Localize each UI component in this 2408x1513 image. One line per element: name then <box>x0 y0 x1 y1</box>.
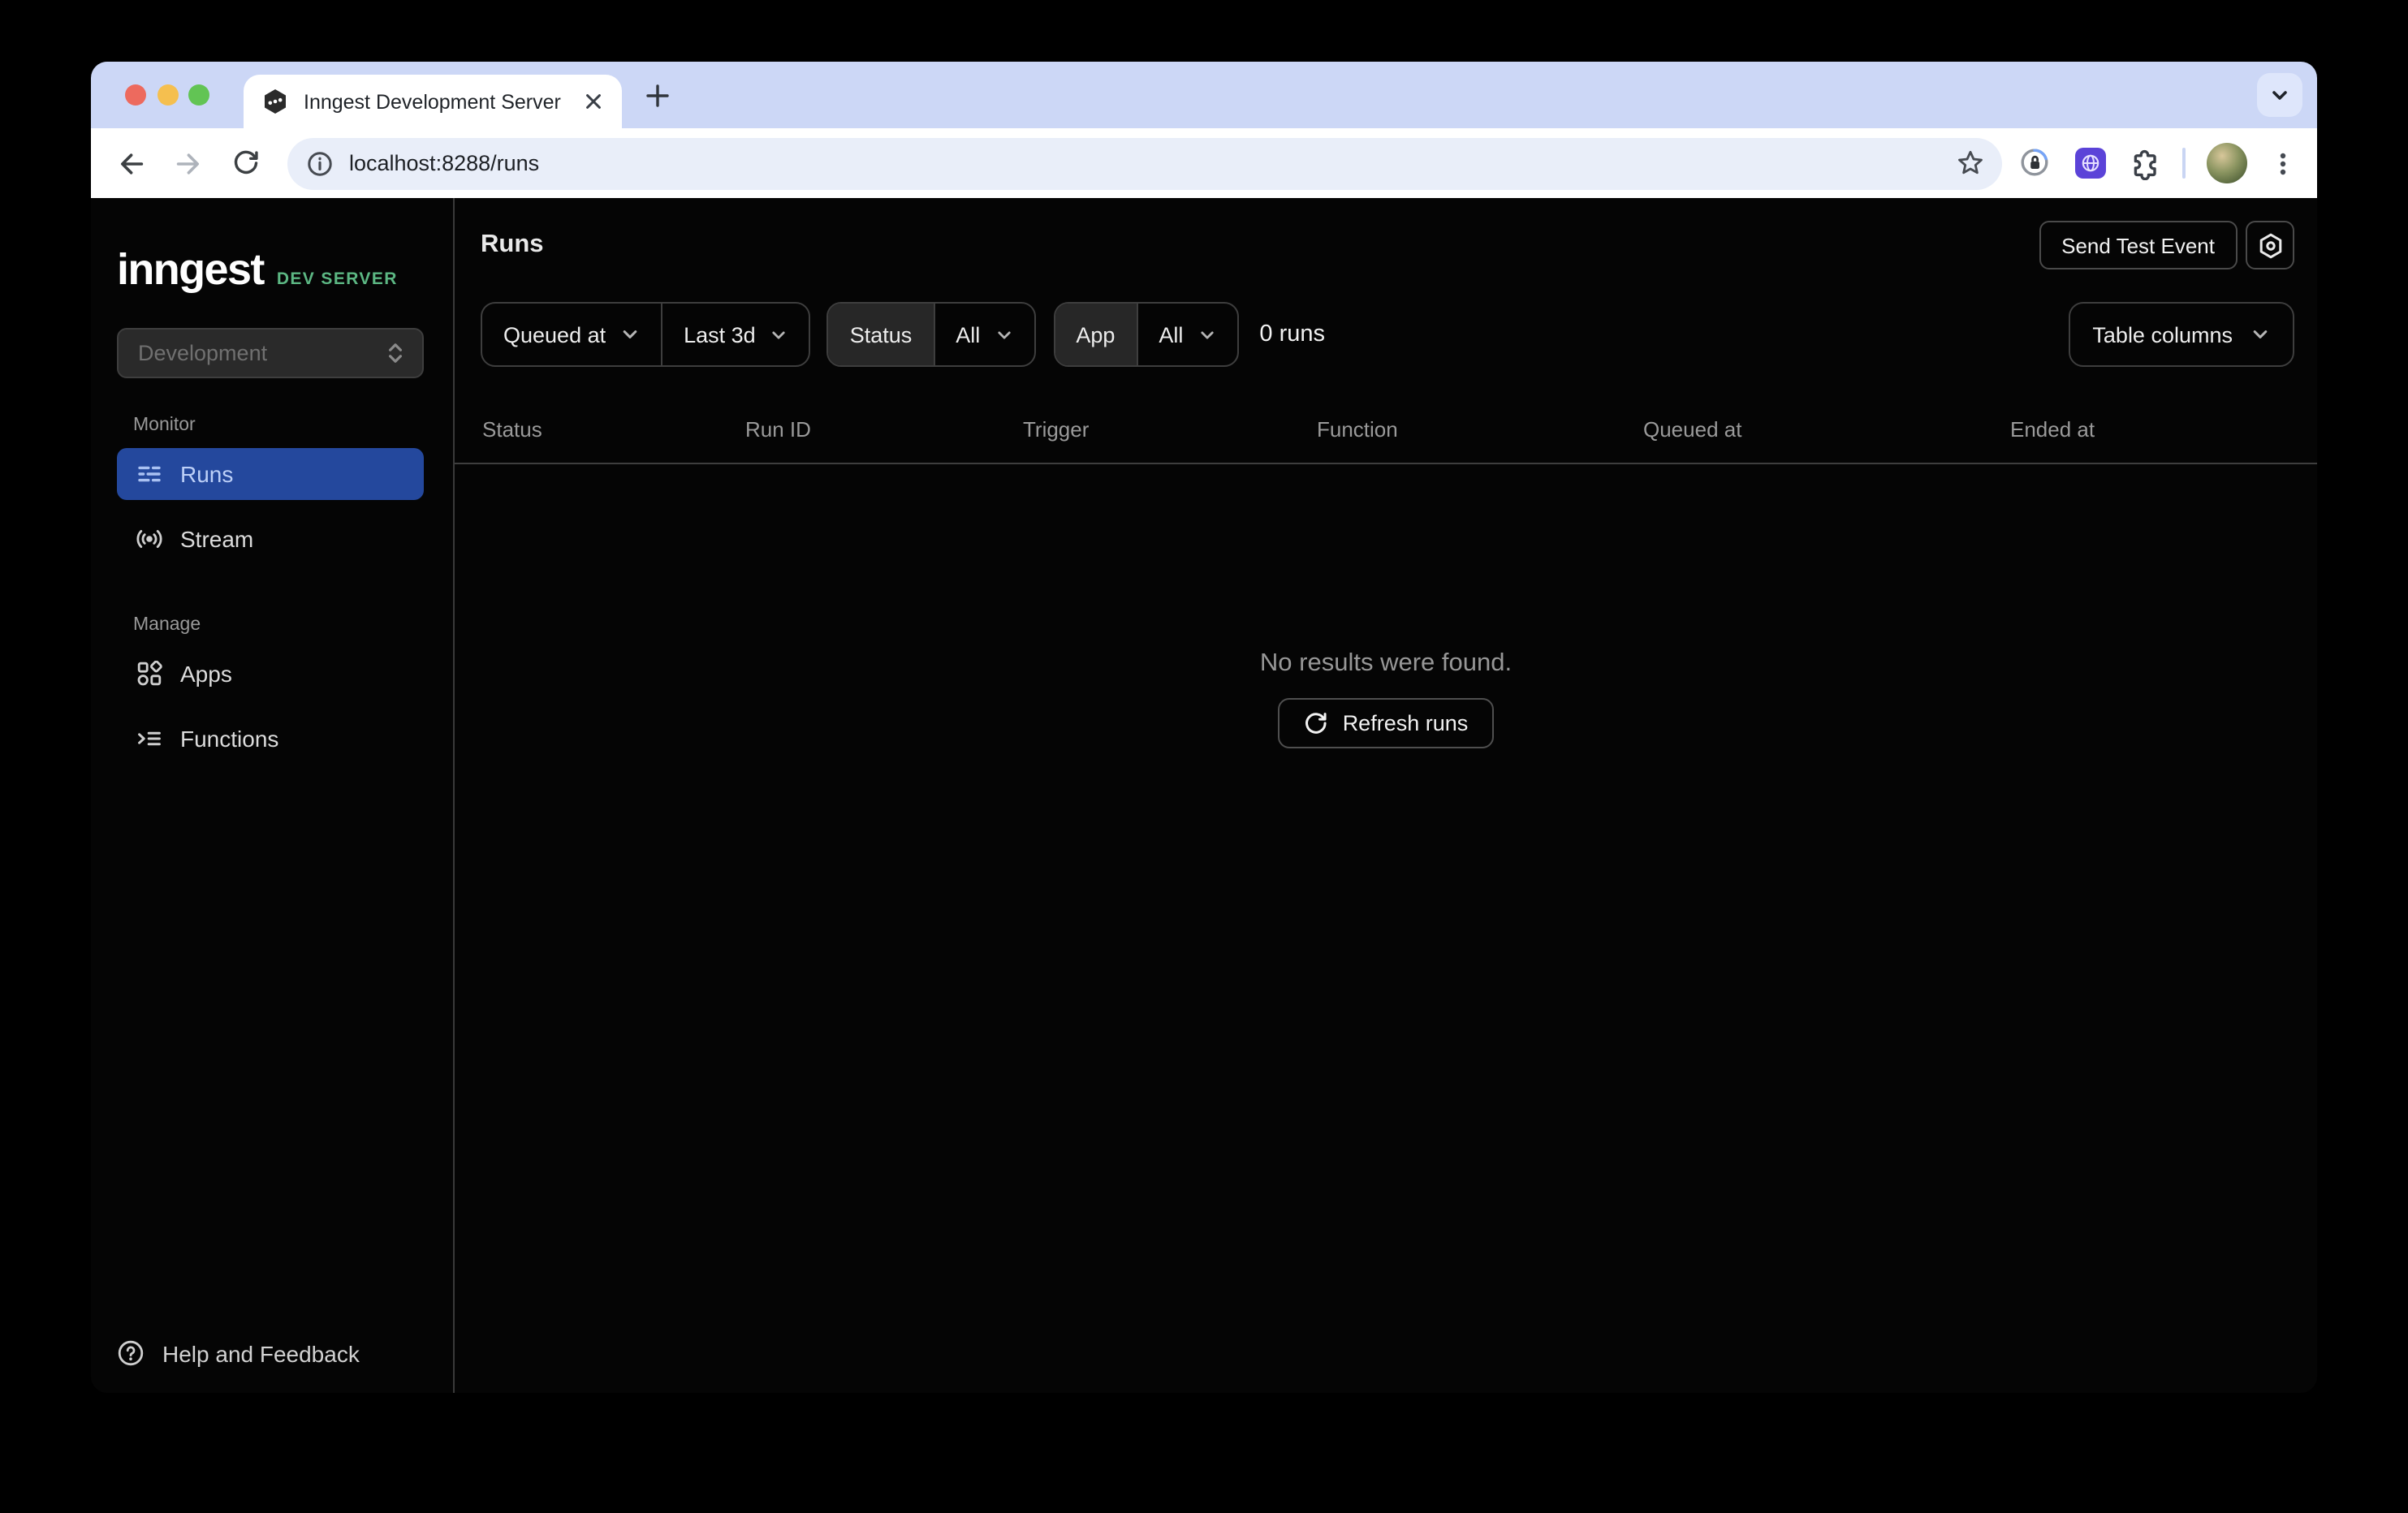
empty-state-message: No results were found. <box>1259 649 1513 677</box>
sidebar-item-label: Stream <box>180 526 254 552</box>
sidebar: inngest DEV SERVER Development Monitor R… <box>91 198 455 1393</box>
extensions-puzzle-icon[interactable] <box>2129 147 2161 179</box>
status-filter-label: Status <box>828 304 934 365</box>
time-range-value: Last 3d <box>684 322 756 347</box>
time-filter[interactable]: Queued at Last 3d <box>481 302 811 367</box>
section-label-manage: Manage <box>133 615 201 635</box>
app-filter[interactable]: App All <box>1053 302 1239 367</box>
forward-icon[interactable] <box>164 139 213 188</box>
app-filter-value: All <box>1159 322 1184 347</box>
status-filter-value: All <box>956 322 981 347</box>
tab-search-chevron-button[interactable] <box>2257 73 2302 117</box>
new-tab-button[interactable] <box>637 75 679 117</box>
bookmark-star-icon[interactable] <box>1955 148 1986 179</box>
status-filter-dropdown[interactable]: All <box>933 304 1034 365</box>
chevron-down-icon <box>770 325 788 343</box>
toolbar-separator <box>2182 148 2186 179</box>
help-and-feedback[interactable]: Help and Feedback <box>117 1339 427 1367</box>
browser-menu-kebab-icon[interactable] <box>2268 149 2298 178</box>
sidebar-item-apps[interactable]: Apps <box>117 648 424 700</box>
sidebar-item-functions[interactable]: Functions <box>117 713 424 765</box>
toolbar-extensions-area <box>2018 143 2304 183</box>
column-header-run-id: Run ID <box>745 417 811 442</box>
browser-tab[interactable]: Inngest Development Server <box>244 75 622 128</box>
table-columns-button[interactable]: Table columns <box>2068 302 2294 367</box>
main-content: Runs Send Test Event Queued at Last 3d S… <box>455 198 2317 1393</box>
browser-toolbar: localhost:8288/runs <box>91 128 2317 198</box>
sidebar-item-label: Runs <box>180 461 234 487</box>
column-header-queued-at: Queued at <box>1643 417 1742 442</box>
column-header-ended-at: Ended at <box>2010 417 2095 442</box>
time-field-dropdown[interactable]: Queued at <box>482 304 661 365</box>
page-header: Runs Send Test Event <box>481 221 2294 269</box>
browser-window: Inngest Development Server localhost:828… <box>91 62 2317 1393</box>
chevron-down-icon <box>2250 325 2270 344</box>
column-header-function: Function <box>1317 417 1398 442</box>
inngest-app: inngest DEV SERVER Development Monitor R… <box>91 198 2317 1393</box>
refresh-runs-button[interactable]: Refresh runs <box>1277 698 1495 748</box>
back-icon[interactable] <box>107 139 156 188</box>
environment-select[interactable]: Development <box>117 328 424 378</box>
chevron-down-icon <box>620 325 640 344</box>
apps-grid-icon <box>136 661 162 687</box>
settings-button[interactable] <box>2246 221 2294 269</box>
inngest-logo: inngest <box>117 245 265 294</box>
send-test-event-button[interactable]: Send Test Event <box>2039 221 2238 269</box>
time-range-dropdown[interactable]: Last 3d <box>661 304 809 365</box>
filters-row: Queued at Last 3d Status All App All 0 r… <box>481 302 2294 367</box>
runs-list-icon <box>136 461 162 487</box>
password-manager-extension-icon[interactable] <box>2018 146 2052 180</box>
table-columns-label: Table columns <box>2092 322 2233 347</box>
environment-value: Development <box>138 341 268 365</box>
status-filter[interactable]: Status All <box>826 302 1036 367</box>
runs-count: 0 runs <box>1259 321 1326 347</box>
broadcast-icon <box>136 526 162 552</box>
tab-title: Inngest Development Server <box>304 90 561 113</box>
column-header-status: Status <box>482 417 542 442</box>
refresh-icon <box>1304 711 1328 735</box>
profile-avatar[interactable] <box>2207 143 2247 183</box>
purple-extension-icon[interactable] <box>2074 146 2108 180</box>
help-icon <box>117 1339 145 1367</box>
minimize-window-button[interactable] <box>157 84 178 106</box>
select-chevrons-icon <box>385 341 406 365</box>
app-filter-label: App <box>1055 304 1137 365</box>
screen: Inngest Development Server localhost:828… <box>0 0 2408 1513</box>
logo-row: inngest DEV SERVER <box>117 245 427 295</box>
close-window-button[interactable] <box>125 84 146 106</box>
time-field-value: Queued at <box>503 322 606 347</box>
chevron-down-icon <box>1198 325 1215 343</box>
sidebar-item-runs[interactable]: Runs <box>117 448 424 500</box>
sidebar-item-stream[interactable]: Stream <box>117 513 424 565</box>
refresh-label: Refresh runs <box>1342 711 1469 735</box>
section-label-monitor: Monitor <box>133 416 196 435</box>
reload-icon[interactable] <box>221 139 270 188</box>
zoom-window-button[interactable] <box>188 84 209 106</box>
column-header-trigger: Trigger <box>1023 417 1090 442</box>
app-filter-dropdown[interactable]: All <box>1136 304 1236 365</box>
tab-close-icon[interactable] <box>580 88 606 114</box>
page-title: Runs <box>481 231 544 258</box>
site-info-icon[interactable] <box>307 150 333 176</box>
inngest-favicon-icon <box>261 88 289 115</box>
help-label: Help and Feedback <box>162 1340 360 1366</box>
url-text[interactable]: localhost:8288/runs <box>349 151 1955 175</box>
address-bar[interactable]: localhost:8288/runs <box>287 137 2002 189</box>
tab-strip: Inngest Development Server <box>91 62 2317 128</box>
chevron-down-icon <box>995 325 1012 343</box>
sidebar-item-label: Apps <box>180 661 232 687</box>
traffic-lights <box>125 84 209 106</box>
dev-server-badge: DEV SERVER <box>276 269 398 289</box>
empty-state: No results were found. Refresh runs <box>455 648 2317 748</box>
sidebar-item-label: Functions <box>180 726 279 752</box>
runs-table-header: Status Run ID Trigger Function Queued at… <box>455 396 2317 464</box>
functions-list-icon <box>136 726 162 752</box>
